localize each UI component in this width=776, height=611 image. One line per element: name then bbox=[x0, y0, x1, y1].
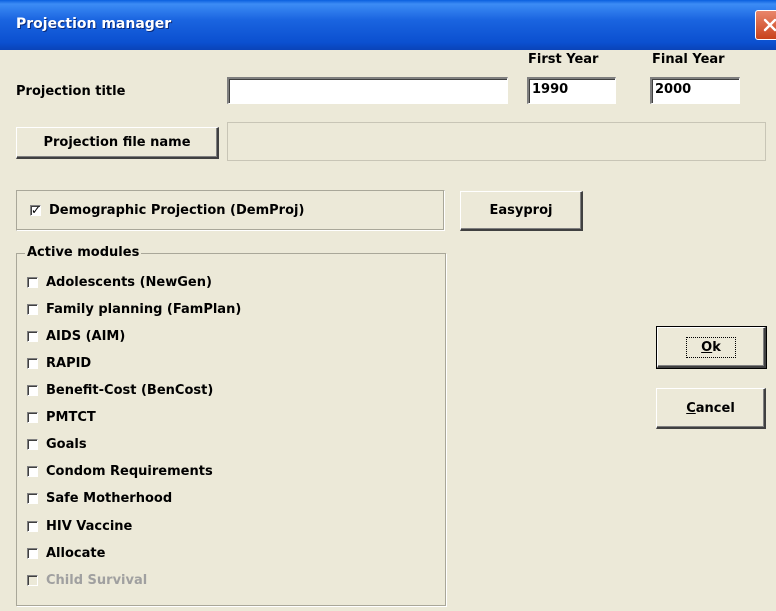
active-modules-group: Active modules Adolescents (NewGen) Famil… bbox=[16, 245, 446, 606]
module-checkbox-box[interactable] bbox=[27, 358, 38, 369]
projection-file-name-field bbox=[227, 122, 766, 161]
demproj-checkbox[interactable]: ✓ Demographic Projection (DemProj) bbox=[30, 203, 304, 218]
module-label: AIDS (AIM) bbox=[46, 329, 126, 344]
first-year-input[interactable]: 1990 bbox=[527, 77, 616, 104]
module-checkbox[interactable]: RAPID bbox=[27, 356, 91, 371]
module-checkbox[interactable]: Safe Motherhood bbox=[27, 491, 172, 506]
projection-title-label: Projection title bbox=[16, 84, 126, 99]
projection-file-name-button-label: Projection file name bbox=[43, 135, 191, 150]
module-checkbox-box[interactable] bbox=[27, 385, 38, 396]
module-checkbox-box[interactable] bbox=[27, 331, 38, 342]
cancel-accelerator: C bbox=[686, 400, 696, 416]
module-checkbox[interactable]: HIV Vaccine bbox=[27, 519, 132, 534]
module-checkbox-box[interactable] bbox=[27, 412, 38, 423]
projection-file-name-button[interactable]: Projection file name bbox=[16, 127, 219, 159]
module-checkbox-box[interactable] bbox=[27, 277, 38, 288]
module-label: Child Survival bbox=[46, 573, 148, 588]
module-checkbox-box bbox=[27, 575, 38, 586]
module-checkbox-box[interactable] bbox=[27, 548, 38, 559]
module-label: Condom Requirements bbox=[46, 464, 213, 479]
ok-button[interactable]: Ok bbox=[656, 326, 767, 369]
title-bar[interactable]: Projection manager bbox=[0, 0, 776, 50]
module-checkbox[interactable]: Allocate bbox=[27, 546, 105, 561]
demproj-label: Demographic Projection (DemProj) bbox=[49, 203, 305, 218]
module-checkbox: Child Survival bbox=[27, 573, 147, 588]
close-icon bbox=[763, 18, 776, 32]
first-year-label: First Year bbox=[528, 52, 599, 67]
projection-title-input[interactable] bbox=[227, 77, 508, 104]
module-label: RAPID bbox=[46, 356, 92, 371]
module-checkbox-box[interactable] bbox=[27, 493, 38, 504]
module-checkbox-box[interactable] bbox=[27, 521, 38, 532]
module-label: Benefit-Cost (BenCost) bbox=[46, 383, 214, 398]
easyproj-button[interactable]: Easyproj bbox=[460, 191, 583, 231]
module-checkbox[interactable]: Benefit-Cost (BenCost) bbox=[27, 383, 213, 398]
cancel-button-label: Cancel bbox=[686, 400, 735, 416]
demproj-panel: ✓ Demographic Projection (DemProj) bbox=[16, 190, 445, 231]
module-label: HIV Vaccine bbox=[46, 519, 133, 534]
active-modules-label: Active modules bbox=[25, 245, 142, 260]
final-year-label: Final Year bbox=[652, 52, 725, 67]
module-checkbox[interactable]: Goals bbox=[27, 437, 87, 452]
module-checkbox-box[interactable] bbox=[27, 304, 38, 315]
module-checkbox-box[interactable] bbox=[27, 439, 38, 450]
cancel-button[interactable]: Cancel bbox=[656, 388, 766, 429]
module-label: Goals bbox=[46, 437, 87, 452]
ok-button-label: Ok bbox=[686, 336, 736, 358]
module-checkbox[interactable]: Family planning (FamPlan) bbox=[27, 302, 241, 317]
module-label: Safe Motherhood bbox=[46, 491, 173, 506]
module-checkbox[interactable]: AIDS (AIM) bbox=[27, 329, 125, 344]
ok-accelerator: O bbox=[701, 339, 713, 355]
window-title: Projection manager bbox=[16, 16, 172, 32]
final-year-input[interactable]: 2000 bbox=[650, 77, 740, 104]
module-checkbox[interactable]: PMTCT bbox=[27, 410, 96, 425]
close-button[interactable] bbox=[755, 10, 776, 40]
module-label: Adolescents (NewGen) bbox=[46, 275, 212, 290]
module-label: PMTCT bbox=[46, 410, 96, 425]
module-label: Family planning (FamPlan) bbox=[46, 302, 242, 317]
easyproj-button-label: Easyproj bbox=[489, 203, 553, 218]
module-label: Allocate bbox=[46, 546, 106, 561]
demproj-checkbox-box[interactable]: ✓ bbox=[30, 203, 42, 217]
module-checkbox[interactable]: Adolescents (NewGen) bbox=[27, 275, 212, 290]
checkmark-icon: ✓ bbox=[31, 203, 42, 217]
module-checkbox[interactable]: Condom Requirements bbox=[27, 464, 213, 479]
projection-manager-window: Projection manager Projection title Firs… bbox=[0, 0, 776, 611]
module-checkbox-box[interactable] bbox=[27, 466, 38, 477]
